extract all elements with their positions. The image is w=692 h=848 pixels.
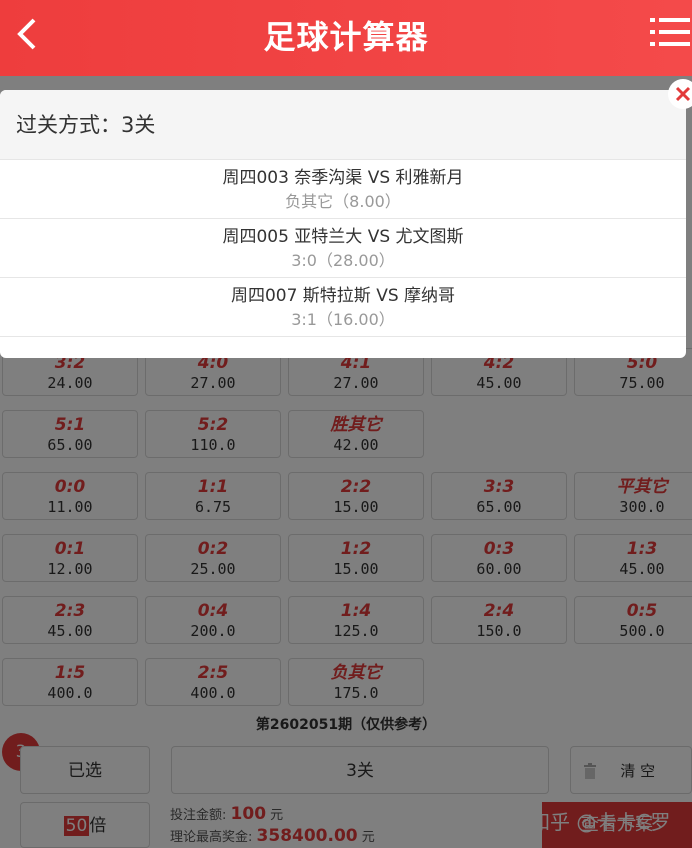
match-pick: 负其它（8.00） bbox=[285, 192, 401, 211]
list-menu-icon[interactable] bbox=[648, 14, 692, 50]
match-pick: 3:0（28.00） bbox=[291, 251, 395, 270]
app-header: 足球计算器 bbox=[0, 0, 692, 76]
dialog-title: 过关方式：3关 bbox=[0, 90, 686, 160]
pass-dialog: 过关方式：3关 周四003 奈季沟渠 VS 利雅新月 负其它（8.00） 周四0… bbox=[0, 90, 686, 358]
match-teams: 周四007 斯特拉斯 VS 摩纳哥 bbox=[230, 286, 456, 306]
match-pick: 3:1（16.00） bbox=[291, 310, 395, 329]
match-teams: 周四003 奈季沟渠 VS 利雅新月 bbox=[222, 168, 464, 188]
match-teams: 周四005 亚特兰大 VS 尤文图斯 bbox=[222, 227, 464, 247]
close-icon[interactable] bbox=[668, 79, 692, 109]
match-row: 周四005 亚特兰大 VS 尤文图斯 3:0（28.00） bbox=[0, 219, 686, 278]
match-row: 周四007 斯特拉斯 VS 摩纳哥 3:1（16.00） bbox=[0, 278, 686, 337]
match-row: 周四003 奈季沟渠 VS 利雅新月 负其它（8.00） bbox=[0, 160, 686, 219]
page-title: 足球计算器 bbox=[263, 18, 429, 56]
